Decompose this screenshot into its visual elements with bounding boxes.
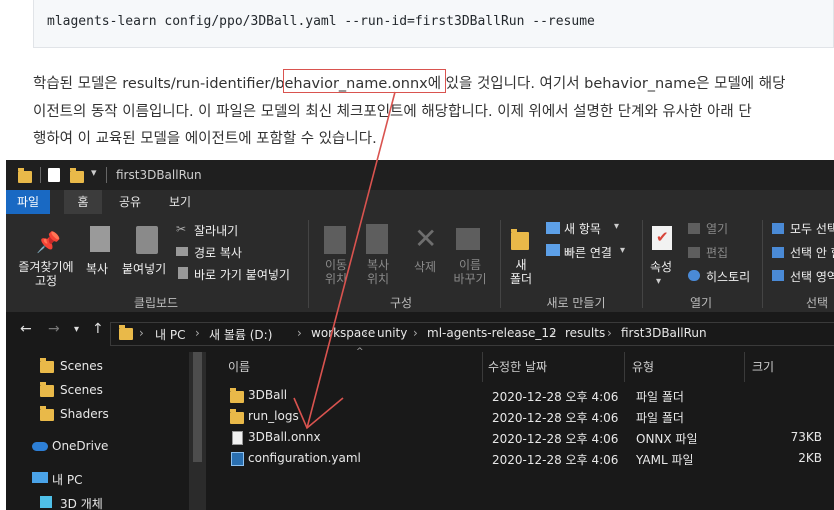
- arrow-head: [293, 397, 344, 430]
- arrow-line: [306, 91, 396, 429]
- annotation-arrow: [293, 91, 396, 430]
